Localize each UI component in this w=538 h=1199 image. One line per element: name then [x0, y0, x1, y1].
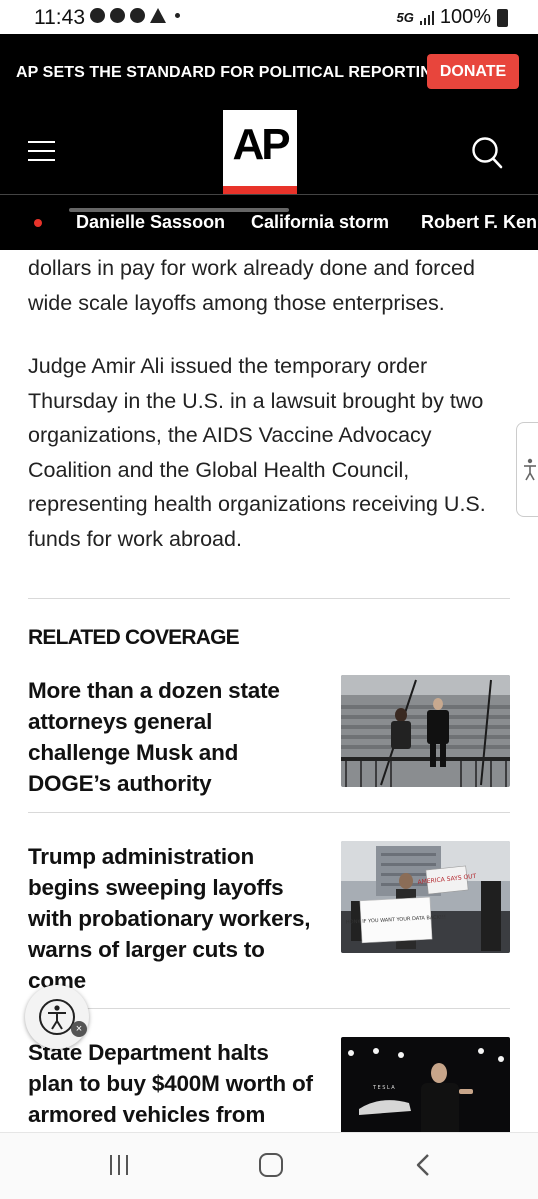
donate-button[interactable]: DONATE — [427, 54, 519, 89]
related-story[interactable]: Trump administration begins sweeping lay… — [28, 841, 510, 993]
accessibility-side-tab[interactable] — [516, 422, 538, 517]
ap-logo[interactable]: AP — [223, 110, 297, 194]
trending-item[interactable]: Robert F. Kennedy — [421, 212, 538, 233]
related-story-title[interactable]: State Department halts plan to buy $400M… — [28, 1037, 313, 1130]
ap-logo-text: AP — [232, 120, 290, 169]
story-divider — [28, 812, 510, 813]
stage-sign-text: TESLA — [372, 1085, 396, 1091]
signal-icon — [419, 10, 434, 25]
home-icon[interactable] — [259, 1153, 283, 1177]
chat-notification-icon — [90, 8, 105, 23]
related-story-title[interactable]: More than a dozen state attorneys genera… — [28, 675, 313, 799]
system-navigation-bar — [0, 1132, 538, 1199]
related-story[interactable]: More than a dozen state attorneys genera… — [28, 675, 510, 796]
messenger-notification-icon-2 — [130, 8, 145, 23]
related-story-image[interactable]: AMERICA SAYS OUT HONK IF YOU WANT YOUR D… — [341, 841, 510, 953]
hamburger-menu-icon[interactable] — [28, 141, 55, 161]
back-icon[interactable] — [414, 1153, 434, 1177]
status-bar: 11:43 5G 100% — [0, 0, 538, 34]
story-divider — [28, 1008, 510, 1009]
trending-item[interactable]: Danielle Sassoon — [76, 212, 225, 233]
network-type: 5G — [396, 10, 414, 25]
accessibility-icon — [523, 458, 536, 480]
close-icon[interactable]: × — [71, 1021, 87, 1037]
search-icon[interactable] — [471, 136, 503, 170]
floating-accessibility-button[interactable]: × — [25, 985, 89, 1049]
article-paragraph: Judge Amir Ali issued the temporary orde… — [28, 354, 486, 551]
status-right: 5G 100% — [396, 6, 508, 29]
battery-percent: 100% — [439, 6, 491, 28]
ap-logo-red-bar — [223, 186, 297, 194]
article-paragraph: dollars in pay for work already done and… — [28, 256, 475, 315]
battery-icon — [497, 8, 508, 27]
trending-bar: Danielle Sassoon California storm Robert… — [0, 195, 538, 250]
recents-icon[interactable] — [110, 1155, 128, 1175]
messenger-notification-icon — [110, 8, 125, 23]
trending-scroll-indicator — [69, 208, 289, 212]
status-time: 11:43 — [34, 6, 85, 29]
related-story-title[interactable]: Trump administration begins sweeping lay… — [28, 841, 313, 996]
alert-icon — [150, 8, 166, 23]
related-story-image[interactable] — [341, 675, 510, 787]
site-header: AP SETS THE STANDARD FOR POLITICAL REPOR… — [0, 34, 538, 250]
section-divider — [28, 598, 510, 599]
related-coverage-heading: RELATED COVERAGE — [28, 626, 240, 649]
trending-item[interactable]: California storm — [251, 212, 389, 233]
more-notifications-icon — [175, 13, 180, 18]
live-indicator-dot — [34, 219, 42, 227]
promo-banner-text: AP SETS THE STANDARD FOR POLITICAL REPOR… — [16, 64, 449, 81]
notification-icons — [90, 8, 180, 23]
